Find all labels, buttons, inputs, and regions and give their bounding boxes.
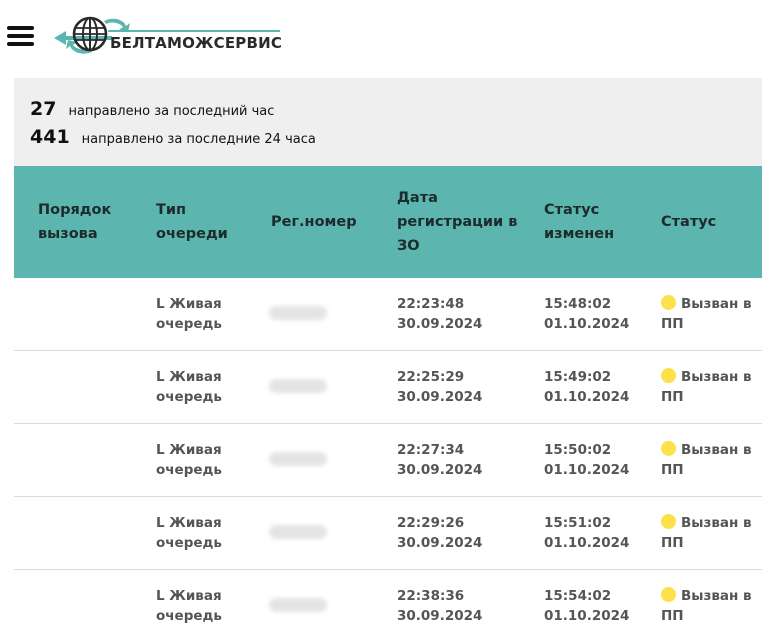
cell-changed-date: 01.10.2024 — [544, 316, 630, 332]
cell-changed: 15:49:02 01.10.2024 — [544, 367, 644, 407]
cell-reg-redacted — [269, 452, 327, 466]
cell-status: Вызван в ПП — [661, 294, 757, 334]
cell-status: Вызван в ПП — [661, 586, 757, 626]
table-row: L Живая очередь 22:23:48 30.09.2024 15:48… — [14, 278, 762, 351]
cell-type: L Живая очередь — [156, 369, 222, 405]
cell-type: L Живая очередь — [156, 442, 222, 478]
cell-changed-time: 15:50:02 — [544, 442, 612, 458]
top-bar: БЕЛТАМОЖСЕРВИС — [0, 0, 776, 70]
cell-date-time: 22:27:34 — [397, 442, 465, 458]
cell-type: L Живая очередь — [156, 588, 222, 624]
stat-label: направлено за последние 24 часа — [81, 132, 316, 147]
cell-date-date: 30.09.2024 — [397, 316, 483, 332]
cell-date: 22:25:29 30.09.2024 — [397, 367, 507, 407]
stat-value: 27 — [30, 98, 57, 120]
cell-date-time: 22:29:26 — [397, 515, 465, 531]
cell-date-time: 22:23:48 — [397, 296, 465, 312]
table-row: L Живая очередь 22:27:34 30.09.2024 15:50… — [14, 424, 762, 497]
stat-last-hour: 27 направлено за последний час — [30, 98, 274, 120]
cell-changed: 15:54:02 01.10.2024 — [544, 586, 644, 626]
stat-value: 441 — [30, 126, 70, 148]
cell-changed-time: 15:49:02 — [544, 369, 612, 385]
column-header-reg: Рег.номер — [271, 214, 357, 230]
column-header-status: Статус — [661, 214, 717, 230]
cell-date-date: 30.09.2024 — [397, 608, 483, 624]
cell-date: 22:23:48 30.09.2024 — [397, 294, 507, 334]
cell-date-time: 22:25:29 — [397, 369, 465, 385]
cell-date: 22:27:34 30.09.2024 — [397, 440, 507, 480]
cell-type: L Живая очередь — [156, 296, 222, 332]
cell-date: 22:38:36 30.09.2024 — [397, 586, 507, 626]
table-row: L Живая очередь 22:38:36 30.09.2024 15:54… — [14, 570, 762, 637]
cell-reg-redacted — [269, 525, 327, 539]
cell-date-time: 22:38:36 — [397, 588, 465, 604]
hamburger-menu-icon[interactable] — [7, 26, 34, 46]
cell-changed: 15:48:02 01.10.2024 — [544, 294, 644, 334]
column-header-changed: Статус изменен — [544, 202, 615, 242]
cell-changed-date: 01.10.2024 — [544, 608, 630, 624]
stats-panel: 27 направлено за последний час 441 напра… — [14, 78, 762, 166]
column-header-type: Тип очереди — [156, 202, 228, 242]
cell-status: Вызван в ПП — [661, 440, 757, 480]
column-header-order: Порядок вызова — [38, 202, 112, 242]
cell-status: Вызван в ПП — [661, 367, 757, 407]
status-dot-icon — [661, 295, 676, 310]
cell-date-date: 30.09.2024 — [397, 389, 483, 405]
cell-status: Вызван в ПП — [661, 513, 757, 553]
column-header-date: Дата регистрации в ЗО — [397, 190, 518, 254]
cell-changed-time: 15:51:02 — [544, 515, 612, 531]
status-dot-icon — [661, 514, 676, 529]
cell-date-date: 30.09.2024 — [397, 535, 483, 551]
cell-changed-time: 15:48:02 — [544, 296, 612, 312]
table-row: L Живая очередь 22:25:29 30.09.2024 15:49… — [14, 351, 762, 424]
cell-changed: 15:51:02 01.10.2024 — [544, 513, 644, 553]
cell-reg-redacted — [269, 598, 327, 612]
cell-changed-date: 01.10.2024 — [544, 535, 630, 551]
status-dot-icon — [661, 587, 676, 602]
cell-changed-time: 15:54:02 — [544, 588, 612, 604]
cell-reg-redacted — [269, 379, 327, 393]
cell-changed-date: 01.10.2024 — [544, 462, 630, 478]
cell-date: 22:29:26 30.09.2024 — [397, 513, 507, 553]
cell-date-date: 30.09.2024 — [397, 462, 483, 478]
cell-reg-redacted — [269, 306, 327, 320]
table-row: L Живая очередь 22:29:26 30.09.2024 15:51… — [14, 497, 762, 570]
cell-changed-date: 01.10.2024 — [544, 389, 630, 405]
status-dot-icon — [661, 368, 676, 383]
stat-last-day: 441 направлено за последние 24 часа — [30, 126, 316, 148]
logo-text: БЕЛТАМОЖСЕРВИС — [110, 34, 283, 52]
queue-table: Порядок вызова Тип очереди Рег.номер Дат… — [14, 166, 762, 637]
status-dot-icon — [661, 441, 676, 456]
cell-type: L Живая очередь — [156, 515, 222, 551]
logo[interactable]: БЕЛТАМОЖСЕРВИС — [52, 12, 284, 58]
cell-changed: 15:50:02 01.10.2024 — [544, 440, 644, 480]
table-header: Порядок вызова Тип очереди Рег.номер Дат… — [14, 166, 762, 278]
stat-label: направлено за последний час — [68, 104, 275, 119]
